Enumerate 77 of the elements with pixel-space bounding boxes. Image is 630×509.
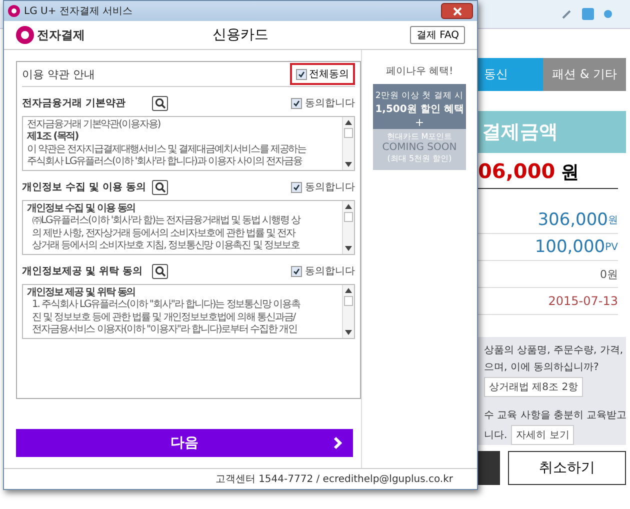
terms-text: 주식회사 LG유플러스(이하 '회사'라 합니다)과 이용자 사이의 전자금융 (27, 156, 304, 168)
terms-title: 개인정보제공 및 위탁 동의 (22, 265, 144, 278)
terms-text: 상거래 등에서의 소비자보호 지침, 정보통신망 이용촉진 및 정보보호 (31, 240, 301, 252)
scroll-thumb[interactable] (344, 212, 353, 222)
page-title: 신용카드 (212, 26, 268, 44)
terms-text: 개인정보 제공 및 위탁 동의 (27, 287, 136, 299)
scroll-thumb[interactable] (344, 296, 353, 306)
promo-title: 페이나우 혜택! (386, 65, 454, 78)
law-link-button[interactable]: 상거래법 제8조 2항 (484, 377, 584, 397)
scroll-up-icon[interactable] (345, 204, 352, 209)
section-heading: 이용 약관 안내 (22, 66, 95, 82)
dot-icon[interactable] (604, 10, 612, 18)
terms-text: 이 약관은 전자지급결제대행서비스 및 결제대금예치서비스를 제공하는 (27, 144, 308, 156)
search-button[interactable] (152, 96, 168, 110)
total-amount: 06,000 (478, 159, 556, 183)
window-title: LG U+ 전자결제 서비스 (24, 5, 133, 18)
terms-text-box[interactable]: 개인정보 제공 및 위탁 동의 1. 주식회사 LG유플러스(이하 "회사"라 합니다)는 정보통신망 이용촉 진 및 정보보호 등에 관한 법률 및 개인정보보호법에 의해 통신과금/ 전자금융서비스 이용자(이하 "이용자"라 합니다)로부터 수집한 개인 (22, 284, 355, 339)
search-button[interactable] (152, 264, 168, 278)
terms-text: 1. 주식회사 LG유플러스(이하 "회사"라 합니다)는 정보통신망 이용촉 (31, 299, 302, 312)
cancel-button[interactable]: 취소하기 (508, 451, 626, 485)
summary-value: 2015-07-13 (548, 294, 618, 308)
check-icon (298, 70, 305, 78)
terms-title: 전자금융거래 기본약관 (22, 97, 126, 110)
scroll-up-icon[interactable] (345, 288, 352, 293)
terms-text: ㈜LG유플러스(이하 '회사'라 함)는 전자금융거래법 및 동법 시행령 상 (31, 215, 302, 228)
scrollbar[interactable] (342, 201, 354, 254)
notice-text: 상품의 상품명, 주문수량, 가격, (484, 344, 624, 357)
summary-value: 0원 (600, 266, 618, 282)
check-icon (293, 184, 300, 190)
terms-text-box[interactable]: 개인정보 수집 및 이용 동의 ㈜LG유플러스(이하 '회사'라 함)는 전자금융거래법 및 동법 시행령 상 의 제반 사항, 전자상거래 등에서의 소비자보호에 관한 법률 및 전자 상거래 등에서의 소비자보호 지침, 정보통신망 이용촉진 및 정보보호 (22, 200, 355, 255)
terms-text: 의 제반 사항, 전자상거래 등에서의 소비자보호에 관한 법률 및 전자 (31, 228, 296, 240)
close-icon (452, 6, 462, 16)
scrollbar[interactable] (342, 285, 354, 338)
check-icon (293, 268, 300, 274)
check-icon (293, 100, 300, 106)
summary-value: 306,000 (538, 210, 608, 230)
scroll-down-icon[interactable] (345, 162, 352, 167)
notice-text: 니다. (484, 429, 508, 442)
summary-value: 100,000 (534, 237, 606, 257)
next-button[interactable]: 다음 (16, 429, 353, 457)
agree-checkbox[interactable]: 동의합니다 (291, 264, 355, 278)
terms-text: 제1조 (목적) (27, 131, 80, 144)
logo-icon (8, 5, 20, 17)
promo-text: (최대 5천원 할인) (387, 153, 452, 164)
scroll-thumb[interactable] (344, 128, 353, 138)
faq-button[interactable]: 결제 FAQ (410, 26, 465, 44)
search-button[interactable] (152, 180, 168, 194)
terms-text: 전자금융거래 기본약관(이용자용) (27, 119, 162, 131)
currency-unit: 원 (561, 161, 580, 184)
promo-text: COMING SOON (382, 142, 457, 153)
terms-text: 전자금융서비스 이용자(이하 "이용자"라 합니다)로부터 수집한 개인 (31, 324, 298, 336)
brand-name: 전자결제 (37, 26, 85, 44)
chevron-icon (333, 436, 343, 450)
scroll-down-icon[interactable] (345, 246, 352, 251)
contact-text: 고객센터 1544-7772 / ecredithelp@lguplus.co.kr (215, 473, 453, 486)
value-unit: PV (605, 242, 618, 252)
agree-all-checkbox[interactable]: 전체동의 (290, 63, 355, 85)
scroll-up-icon[interactable] (345, 120, 352, 125)
terms-text: 개인정보 수집 및 이용 동의 (27, 203, 136, 215)
agree-checkbox[interactable]: 동의합니다 (291, 96, 355, 110)
promo-text: 2만원 이상 첫 결제 시 (375, 90, 464, 102)
logo-icon (16, 26, 34, 44)
agree-checkbox[interactable]: 동의합니다 (291, 180, 355, 194)
amount-heading: 결제금액 (478, 111, 626, 153)
promo-text: 현대카드 M포인트 (386, 131, 452, 142)
notice-text: 으며, 이에 동의하십니까? (484, 361, 599, 374)
plus-sign: + (414, 116, 424, 129)
close-button[interactable] (441, 3, 473, 19)
terms-title: 개인정보 수집 및 이용 동의 (22, 181, 147, 194)
details-button[interactable]: 자세히 보기 (511, 425, 574, 445)
notice-text: 수 교육 사항을 충분히 교육받고 (484, 409, 627, 422)
scroll-down-icon[interactable] (345, 330, 352, 335)
scrollbar[interactable] (342, 117, 354, 170)
value-unit: 원 (608, 214, 618, 227)
terms-text-box[interactable]: 전자금융거래 기본약관(이용자용) 제1조 (목적) 이 약관은 전자지급결제대행서비스 및 결제대금예치서비스를 제공하는 주식회사 LG유플러스(이하 '회사'라 합니다)과 이용자 사이의 전자금융 (22, 116, 355, 171)
promo-text: 1,500원 할인 혜택 (375, 103, 464, 116)
terms-text: 진 및 정보보호 등에 관한 법률 및 개인정보보호법에 의해 통신과금/ (31, 312, 297, 324)
